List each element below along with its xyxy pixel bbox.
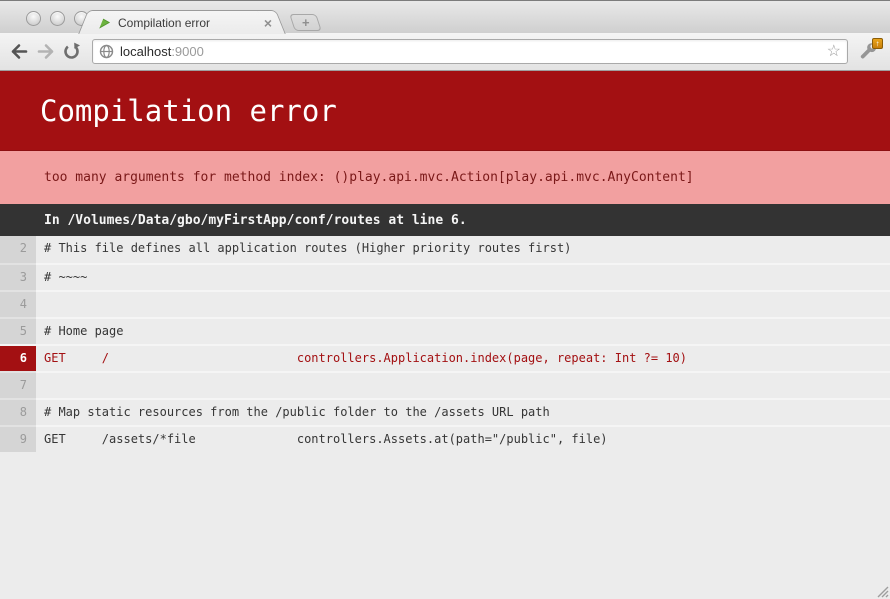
window-close-button[interactable]: [26, 11, 41, 26]
plus-icon: +: [302, 16, 310, 29]
error-location: In /Volumes/Data/gbo/myFirstApp/conf/rou…: [44, 213, 467, 228]
forward-arrow-icon: [36, 43, 55, 60]
resize-grip[interactable]: [874, 583, 889, 598]
line-number: 6: [0, 346, 36, 373]
browser-menu-button[interactable]: ↑: [856, 39, 882, 65]
code-line-6: 6GET / controllers.Application.index(pag…: [0, 344, 890, 371]
back-arrow-icon: [10, 43, 29, 60]
code-line-7: 7: [0, 371, 890, 398]
url-text: localhost:9000: [120, 44, 827, 59]
code-text: [36, 373, 44, 398]
tab-title: Compilation error: [118, 16, 258, 30]
code-text: # Map static resources from the /public …: [36, 400, 550, 425]
new-tab-button[interactable]: +: [289, 14, 322, 31]
code-line-9: 9GET /assets/*file controllers.Assets.at…: [0, 425, 890, 452]
code-text: GET / controllers.Application.index(page…: [36, 346, 687, 371]
forward-button[interactable]: [32, 39, 58, 65]
line-number: 7: [0, 371, 36, 398]
line-number: 2: [0, 236, 36, 263]
page-title: Compilation error: [40, 94, 337, 128]
error-page: Compilation error too many arguments for…: [0, 71, 890, 452]
error-message-banner: too many arguments for method index: ()p…: [0, 150, 890, 204]
browser-toolbar: localhost:9000 ☆ ↑: [0, 33, 890, 71]
url-port: :9000: [171, 44, 204, 59]
bookmark-star-icon[interactable]: ☆: [827, 44, 841, 60]
browser-titlebar: Compilation error × +: [0, 0, 890, 33]
line-number: 4: [0, 290, 36, 317]
window-minimize-button[interactable]: [50, 11, 65, 26]
reload-button[interactable]: [58, 39, 84, 65]
address-bar[interactable]: localhost:9000 ☆: [92, 39, 848, 64]
code-line-2: 2# This file defines all application rou…: [0, 236, 890, 263]
line-number: 3: [0, 263, 36, 290]
line-number: 8: [0, 398, 36, 425]
code-line-8: 8# Map static resources from the /public…: [0, 398, 890, 425]
code-text: # This file defines all application rout…: [36, 236, 571, 263]
error-header: Compilation error: [0, 71, 890, 150]
code-text: # Home page: [36, 319, 123, 344]
error-message: too many arguments for method index: ()p…: [44, 170, 694, 185]
back-button[interactable]: [6, 39, 32, 65]
code-line-4: 4: [0, 290, 890, 317]
tab-close-icon[interactable]: ×: [264, 16, 272, 30]
code-text: # ~~~~: [36, 265, 87, 290]
url-host: localhost: [120, 44, 171, 59]
code-line-5: 5# Home page: [0, 317, 890, 344]
line-number: 9: [0, 425, 36, 452]
line-number: 5: [0, 317, 36, 344]
update-badge: ↑: [872, 38, 883, 49]
play-framework-icon: [96, 15, 111, 30]
error-location-bar: In /Volumes/Data/gbo/myFirstApp/conf/rou…: [0, 204, 890, 236]
reload-icon: [62, 42, 81, 61]
browser-tab[interactable]: Compilation error ×: [96, 10, 268, 34]
code-text: [36, 292, 44, 317]
code-listing: 2# This file defines all application rou…: [0, 236, 890, 452]
up-arrow-icon: ↑: [876, 39, 880, 48]
code-line-3: 3# ~~~~: [0, 263, 890, 290]
code-text: GET /assets/*file controllers.Assets.at(…: [36, 427, 608, 452]
browser-window: Compilation error × +: [0, 0, 890, 599]
globe-icon: [99, 44, 114, 59]
